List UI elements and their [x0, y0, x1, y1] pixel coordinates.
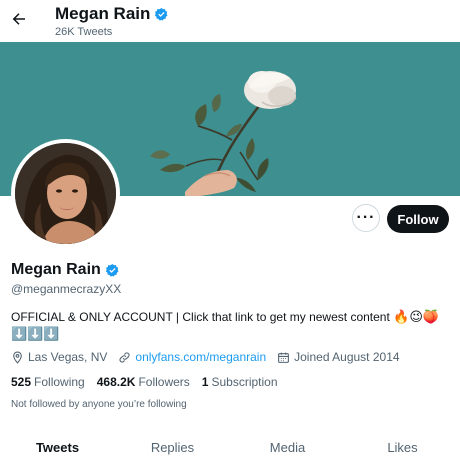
location-text: Las Vegas, NV [28, 350, 108, 364]
profile-header: Megan Rain 26K Tweets [0, 0, 460, 42]
follow-button[interactable]: Follow [387, 205, 449, 233]
profile-bio: OFFICIAL & ONLY ACCOUNT | Click that lin… [11, 309, 456, 343]
more-options-button[interactable]: ··· [352, 204, 380, 232]
joined-item: Joined August 2014 [277, 350, 400, 364]
subscription-count: 1 [201, 375, 209, 389]
tab-tweets[interactable]: Tweets [0, 430, 115, 460]
header-title-row: Megan Rain [55, 4, 169, 24]
link-icon [119, 351, 130, 363]
tweets-count: 26K Tweets [55, 26, 113, 38]
bio-arrows: ⬇️⬇️⬇️ [11, 327, 60, 342]
followers-stat[interactable]: 468.2K Followers [97, 375, 190, 389]
subscription-stat[interactable]: 1 Subscription [202, 375, 278, 389]
user-handle: @meganmecrazyXX [11, 282, 122, 296]
calendar-icon [278, 352, 290, 363]
subscription-label: Subscription [211, 375, 278, 389]
following-count: 525 [11, 375, 32, 389]
bio-emojis: 🔥😉🍑 [393, 310, 440, 325]
not-followed-note: Not followed by anyone you’re following [11, 399, 187, 410]
verified-badge-icon [155, 7, 168, 21]
avatar[interactable] [11, 139, 120, 248]
avatar-image [15, 143, 116, 244]
display-name-row: Megan Rain [11, 261, 120, 279]
header-title: Megan Rain [55, 4, 151, 23]
followers-label: Followers [138, 375, 190, 389]
back-button[interactable] [10, 10, 28, 28]
profile-meta: Las Vegas, NV onlyfans.com/meganrain Joi… [11, 350, 411, 364]
profile-tabs: Tweets Replies Media Likes [0, 430, 460, 460]
following-stat[interactable]: 525 Following [11, 375, 85, 389]
tab-media[interactable]: Media [230, 430, 345, 460]
more-dots-icon: ··· [356, 209, 376, 226]
website-item: onlyfans.com/meganrain [118, 350, 266, 364]
profile-stats: 525 Following 468.2K Followers 1 Subscripti… [11, 375, 290, 389]
tab-replies[interactable]: Replies [115, 430, 230, 460]
joined-text: Joined August 2014 [294, 350, 400, 364]
following-label: Following [34, 375, 85, 389]
display-name: Megan Rain [11, 261, 101, 278]
bio-text: OFFICIAL & ONLY ACCOUNT | Click that lin… [11, 310, 390, 324]
verified-badge-icon [105, 263, 119, 277]
website-link[interactable]: onlyfans.com/meganrain [135, 350, 266, 364]
location-item: Las Vegas, NV [11, 350, 107, 364]
arrow-left-icon [12, 13, 25, 25]
location-pin-icon [13, 351, 22, 364]
tab-likes[interactable]: Likes [345, 430, 460, 460]
followers-count: 468.2K [96, 375, 136, 389]
